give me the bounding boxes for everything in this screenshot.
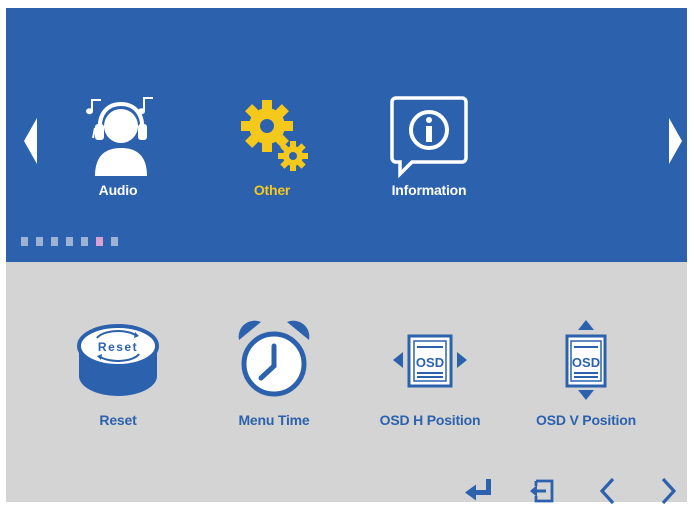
- reset-icon: Reset: [77, 324, 159, 396]
- category-audio-label: Audio: [98, 182, 138, 198]
- category-audio[interactable]: Audio: [48, 94, 188, 204]
- osd-horizontal-icon: OSD: [393, 334, 467, 388]
- category-information-label: Information: [391, 182, 467, 198]
- page-dot: [111, 237, 118, 246]
- reset-icon-text: Reset: [98, 340, 138, 354]
- enter-icon: [465, 479, 491, 501]
- alarm-clock-icon: [238, 320, 310, 397]
- previous-button[interactable]: [591, 473, 625, 507]
- menu-item-osd-h-position-label: OSD H Position: [379, 412, 481, 428]
- osd-menu: Audio Other Information Reset Reset Menu…: [6, 8, 687, 505]
- page-dot: [81, 237, 88, 246]
- chevron-right-icon: [661, 477, 677, 505]
- category-information[interactable]: Information: [359, 94, 499, 204]
- page-dot: [66, 237, 73, 246]
- page-dot: [51, 237, 58, 246]
- menu-item-osd-h-position[interactable]: OSD OSD H Position: [355, 316, 505, 428]
- osd-h-icon-text: OSD: [416, 355, 444, 370]
- osd-v-icon-text: OSD: [572, 355, 600, 370]
- menu-item-menu-time-label: Menu Time: [238, 412, 310, 428]
- menu-item-menu-time[interactable]: Menu Time: [199, 316, 349, 428]
- scroll-left-arrow-icon[interactable]: [24, 118, 37, 164]
- page-dot: [21, 237, 28, 246]
- exit-button[interactable]: [526, 473, 560, 507]
- headphones-user-icon: [86, 97, 153, 176]
- menu-item-osd-v-position[interactable]: OSD OSD V Position: [511, 316, 661, 428]
- page-dot-active: [96, 237, 103, 246]
- category-other[interactable]: Other: [202, 94, 342, 204]
- info-icon: [390, 96, 468, 179]
- menu-item-reset[interactable]: Reset Reset: [43, 316, 193, 428]
- scroll-right-arrow-icon[interactable]: [669, 118, 682, 164]
- page-dot: [36, 237, 43, 246]
- osd-vertical-icon: OSD: [565, 320, 607, 400]
- enter-button[interactable]: [462, 473, 496, 507]
- menu-item-reset-label: Reset: [99, 412, 137, 428]
- menu-item-osd-v-position-label: OSD V Position: [536, 412, 636, 428]
- category-bar: Audio Other Information: [6, 8, 687, 262]
- category-other-label: Other: [253, 182, 291, 198]
- chevron-left-icon: [599, 477, 615, 505]
- gears-icon: [241, 100, 308, 171]
- exit-icon: [530, 479, 554, 503]
- next-button[interactable]: [651, 473, 685, 507]
